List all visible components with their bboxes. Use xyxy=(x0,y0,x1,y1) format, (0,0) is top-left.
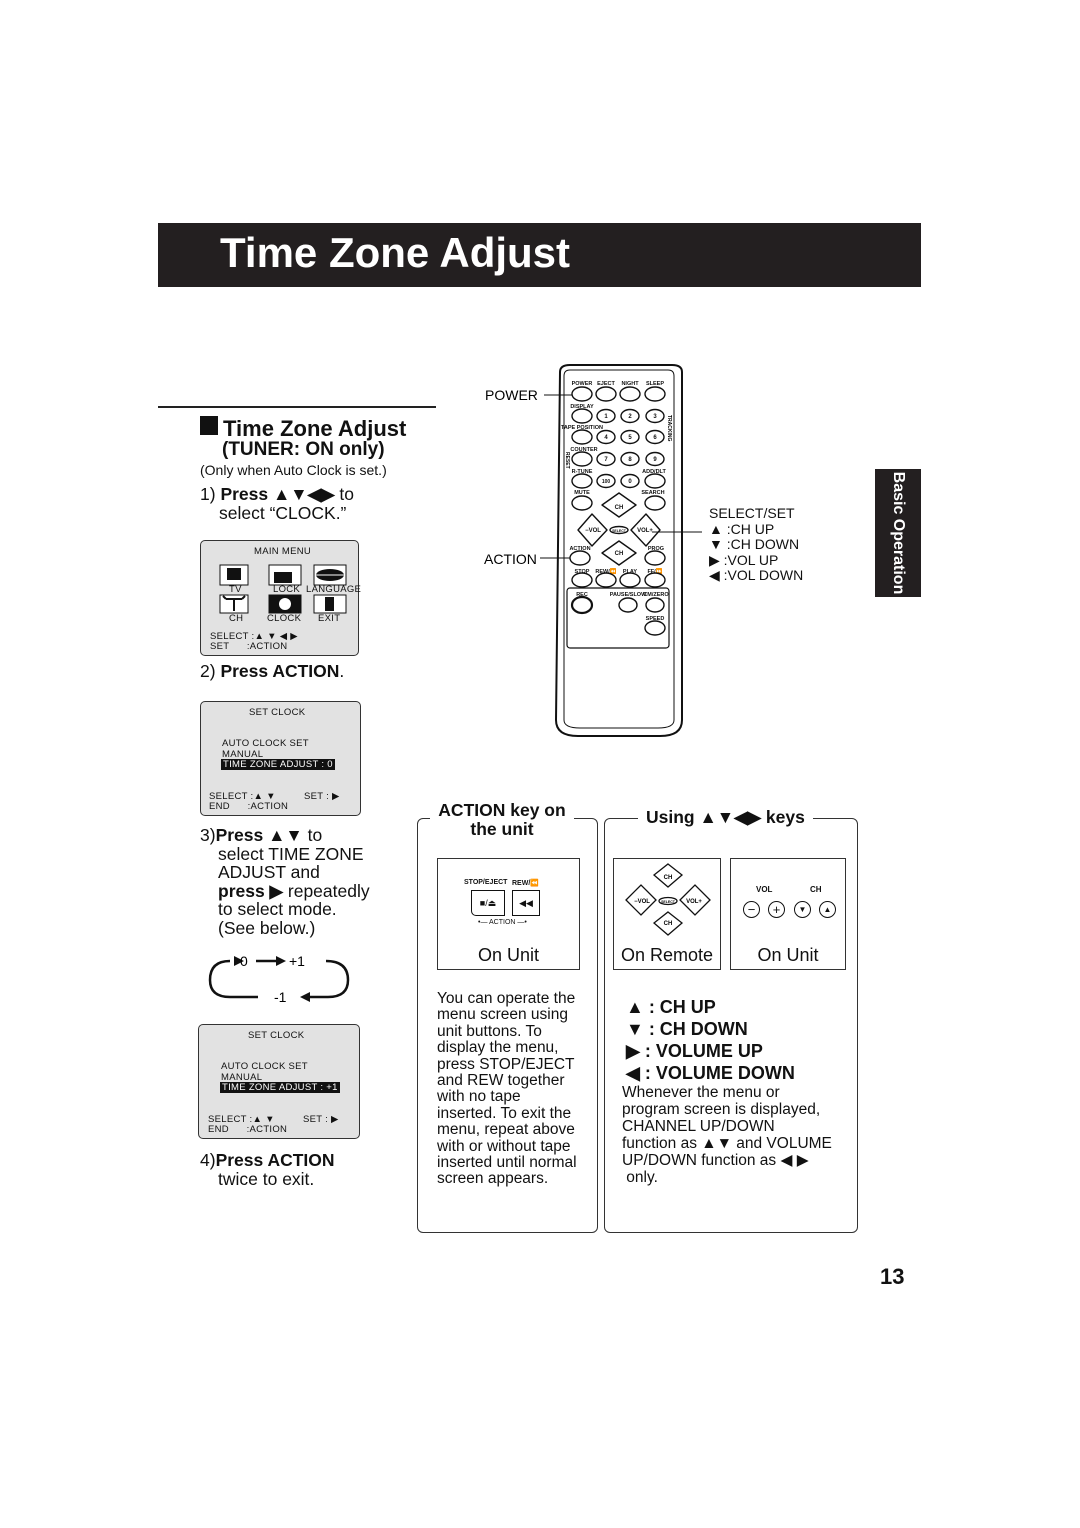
step-number: 3) xyxy=(200,825,216,845)
screen-hint: SET : ▶ xyxy=(304,791,340,802)
stop-eject-label: STOP/EJECT xyxy=(464,879,508,886)
key-functions-list: ▲ : CH UP ▼ : CH DOWN ▶ : VOLUME UP ◀ : VOL… xyxy=(626,996,795,1084)
step-text: ADJUST and xyxy=(218,862,320,882)
label-eject: EJECT xyxy=(597,381,615,387)
ch-label: CH xyxy=(615,505,624,511)
step-text: select TIME ZONE xyxy=(218,843,364,864)
ch-down-button[interactable]: ▼ xyxy=(794,901,811,918)
vol-plus-button[interactable]: + xyxy=(768,901,785,918)
vol-minus-label: −VOL xyxy=(585,528,601,534)
on-unit-caption: On Unit xyxy=(477,945,540,965)
step-text: to select mode. xyxy=(218,899,337,919)
label-power: POWER xyxy=(572,381,593,387)
remote-control-illustration: POWER EJECT NIGHT SLEEP DISPLAY TAPE POS… xyxy=(484,364,702,737)
step-text: to xyxy=(302,825,323,845)
cycle-diagram: 0 +1 -1 xyxy=(208,953,350,1005)
key-volume-down: ◀ : VOLUME DOWN xyxy=(626,1063,795,1083)
callout-action: ACTION xyxy=(484,551,537,567)
action-box-text: You can operate the menu screen using unit… xyxy=(437,990,577,1188)
ch-label: CH xyxy=(810,885,822,894)
on-unit-caption: On Unit xyxy=(757,945,819,965)
legend-vol-down: ◀ :VOL DOWN xyxy=(709,567,804,583)
rew-label: REW/⏪ xyxy=(512,880,539,887)
svg-text:CH: CH xyxy=(664,921,673,927)
screen-line: AUTO CLOCK SET xyxy=(221,1061,308,1072)
label-pause: PAUSE/SLOW xyxy=(610,592,647,598)
callout-power: POWER xyxy=(485,387,538,403)
svg-text:100: 100 xyxy=(602,479,611,485)
legend-ch-up: ▲ :CH UP xyxy=(709,520,775,537)
step-text: repeatedly xyxy=(283,880,370,901)
label-night: NIGHT xyxy=(621,381,639,387)
screen-hint: SET : ▶ xyxy=(303,1114,339,1125)
page-number: 13 xyxy=(880,1264,905,1289)
step-text: (See below.) xyxy=(218,917,316,938)
step-action: Press ▲▼ xyxy=(215,825,303,845)
set-clock-screen-plus1: SET CLOCK AUTO CLOCK SET MANUAL TIME ZON… xyxy=(198,1024,360,1139)
action-button xyxy=(569,550,591,566)
cycle-value-0: 0 xyxy=(240,953,248,969)
label-tracking: TRACKING xyxy=(666,415,672,441)
action-label: •— ACTION —• xyxy=(478,919,527,926)
screen-hint: END :ACTION xyxy=(208,1124,288,1135)
unit-keys-panel: VOL CH − + ▼ ▲ On Unit xyxy=(730,858,846,970)
cycle-value-plus1: +1 xyxy=(289,953,305,969)
svg-text:VOL+: VOL+ xyxy=(686,899,702,905)
ch-label: CH xyxy=(615,551,624,557)
arrow-icon xyxy=(276,956,286,966)
on-remote-caption: On Remote xyxy=(620,945,714,965)
heading-line: the unit xyxy=(470,819,534,839)
cycle-value-minus1: -1 xyxy=(274,989,287,1005)
screen-selected-line: TIME ZONE ADJUST : 0 xyxy=(221,759,335,770)
label-reset: RESET xyxy=(564,452,570,469)
screen-selected-line: TIME ZONE ADJUST : +1 xyxy=(220,1082,340,1093)
select-set-legend: SELECT/SET ▲ :CH UP ▼ :CH DOWN ▶ :VOL UP… xyxy=(709,505,804,584)
legend-title: SELECT/SET xyxy=(709,505,795,521)
heading-line: ACTION key on xyxy=(438,800,566,820)
keys-box-text: Whenever the menu or program screen is di… xyxy=(622,1084,832,1186)
svg-text:SELECT: SELECT xyxy=(661,900,676,904)
svg-text:−VOL: −VOL xyxy=(634,899,650,905)
label-cmzero: CM/ZERO xyxy=(643,592,669,598)
remote-pad-icon: CH CH −VOL VOL+ SELECT xyxy=(625,863,711,936)
label-search: SEARCH xyxy=(641,490,664,496)
step-number: 4) xyxy=(200,1150,216,1170)
manual-page: Time Zone Adjust Basic Operation Time Zo… xyxy=(0,0,1080,1528)
cycle-arrow-right xyxy=(308,959,350,999)
step-action: press ▶ xyxy=(218,880,284,901)
step-4: 4)Press ACTION twice to exit. xyxy=(200,1151,335,1188)
svg-text:CH: CH xyxy=(664,875,673,881)
rew-button[interactable]: ◀◀ xyxy=(512,890,540,916)
label-mute: MUTE xyxy=(574,490,590,496)
vol-label: VOL xyxy=(756,885,773,894)
screen-title: SET CLOCK xyxy=(248,1030,305,1041)
legend-ch-down: ▼ :CH DOWN xyxy=(709,536,800,552)
step-text: twice to exit. xyxy=(218,1168,315,1189)
ch-up-button[interactable]: ▲ xyxy=(819,901,836,918)
step-action: Press ACTION xyxy=(215,1150,335,1170)
keys-box-heading: Using ▲▼◀▶ keys xyxy=(638,807,813,828)
label-sleep: SLEEP xyxy=(646,381,664,387)
stop-eject-button[interactable]: ■/⏏ xyxy=(471,890,505,916)
key-ch-up: ▲ : CH UP xyxy=(626,997,716,1017)
screen-hint: END :ACTION xyxy=(209,801,289,812)
remote-keys-panel: CH CH −VOL VOL+ SELECT On Remote xyxy=(613,858,721,970)
action-box-heading: ACTION key on the unit xyxy=(430,801,574,839)
select-label: SELECT xyxy=(612,529,627,533)
step-3: 3)Press ▲▼ to select TIME ZONE ADJUST an… xyxy=(200,826,370,937)
cycle-arrow-left xyxy=(208,959,258,999)
key-ch-down: ▼ : CH DOWN xyxy=(626,1019,748,1039)
power-button xyxy=(571,386,593,402)
key-volume-up: ▶ : VOLUME UP xyxy=(626,1041,763,1061)
legend-vol-up: ▶ :VOL UP xyxy=(709,551,779,568)
vol-plus-label: VOL+ xyxy=(637,528,653,534)
vol-minus-button[interactable]: − xyxy=(743,901,760,918)
unit-buttons-panel: STOP/EJECT REW/⏪ ■/⏏ ◀◀ •— ACTION —• On … xyxy=(437,858,580,970)
